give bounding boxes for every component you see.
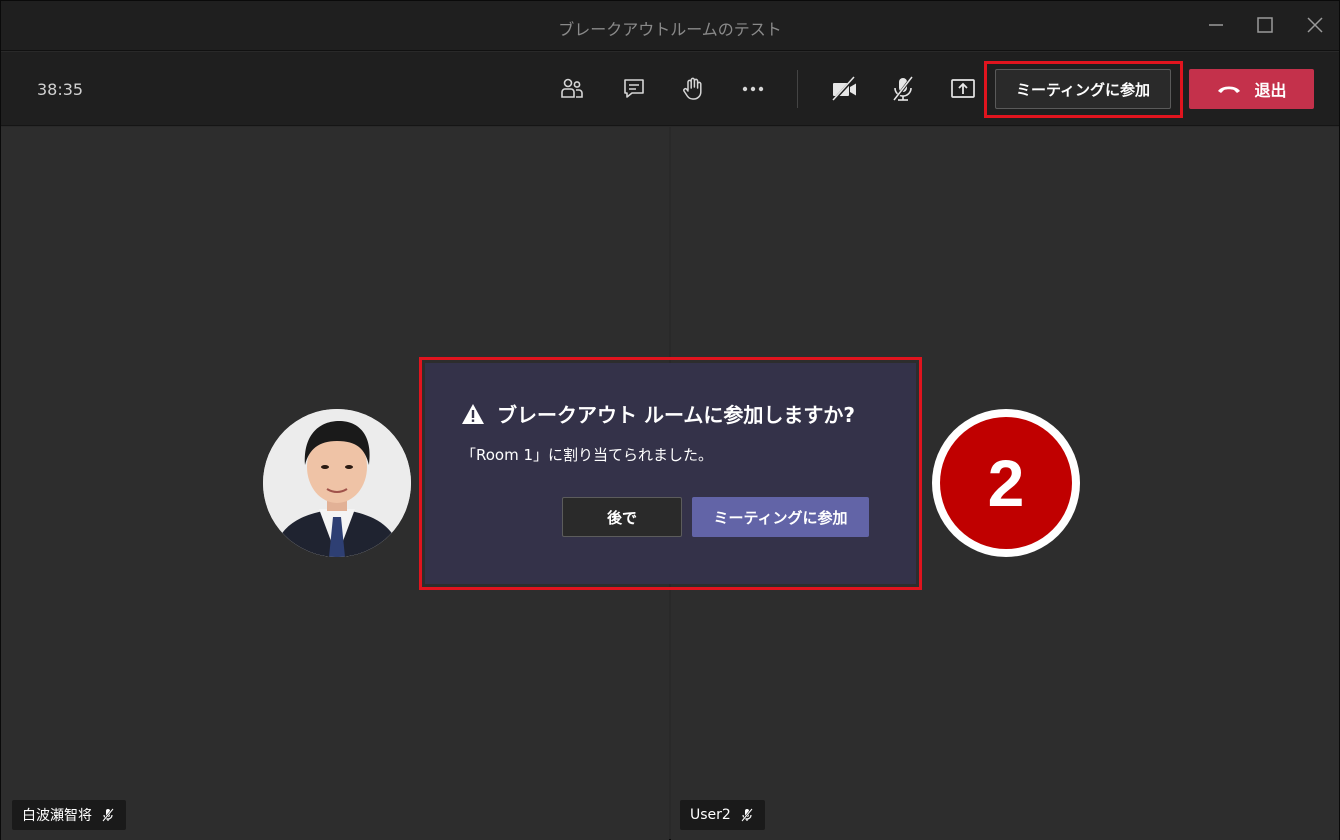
minimize-button[interactable] (1204, 13, 1228, 37)
join-meeting-button[interactable]: ミーティングに参加 (995, 69, 1171, 109)
later-button[interactable]: 後で (562, 497, 682, 537)
mic-off-icon (892, 76, 914, 102)
mic-off-icon (740, 808, 753, 822)
more-options-button[interactable] (738, 74, 768, 104)
maximize-icon (1257, 17, 1273, 33)
chat-icon (624, 79, 644, 98)
dialog-title: ブレークアウト ルームに参加しますか? (461, 399, 855, 428)
title-bar: ブレークアウトルームのテスト (1, 1, 1339, 51)
app-window: ブレークアウトルームのテスト 38:35 ミーティングに参加 退出 2 白波瀬智… (0, 0, 1340, 840)
share-screen-button[interactable] (948, 74, 978, 104)
step-number-badge: 2 (932, 409, 1080, 557)
meeting-timer: 38:35 (37, 80, 84, 99)
toolbar-divider (797, 70, 798, 108)
window-title: ブレークアウトルームのテスト (558, 20, 782, 39)
participants-icon (561, 78, 583, 98)
mic-toggle-button[interactable] (888, 74, 918, 104)
mic-off-icon (102, 808, 114, 822)
breakout-room-dialog: ブレークアウト ルームに参加しますか? 「Room 1」に割り当てられました。 … (425, 363, 916, 584)
dialog-message: 「Room 1」に割り当てられました。 (461, 446, 714, 464)
meeting-toolbar: 38:35 ミーティングに参加 退出 (1, 52, 1339, 126)
camera-off-icon (831, 75, 857, 103)
leave-button[interactable]: 退出 (1189, 69, 1314, 109)
join-breakout-label: ミーティングに参加 (713, 508, 848, 527)
warning-icon (462, 403, 484, 424)
join-breakout-button[interactable]: ミーティングに参加 (692, 497, 869, 537)
close-icon (1307, 17, 1323, 33)
dialog-title-text: ブレークアウト ルームに参加しますか? (497, 403, 855, 427)
close-button[interactable] (1303, 13, 1327, 37)
share-screen-icon (951, 79, 975, 98)
maximize-button[interactable] (1253, 13, 1277, 37)
raise-hand-icon (683, 77, 702, 100)
later-label: 後で (606, 508, 637, 527)
join-meeting-label: ミーティングに参加 (1015, 80, 1151, 99)
leave-label: 退出 (1254, 81, 1287, 100)
camera-toggle-button[interactable] (829, 74, 859, 104)
participant-avatar-photo (263, 409, 411, 557)
participants-button[interactable] (557, 74, 587, 104)
participant-name-tag: 白波瀬智将 (12, 800, 126, 830)
chat-button[interactable] (619, 74, 649, 104)
participant-name-tag: User2 (680, 800, 765, 830)
raise-hand-button[interactable] (678, 74, 708, 104)
participant-name: User2 (690, 807, 731, 823)
hang-up-icon (1218, 86, 1241, 93)
step-number: 2 (940, 417, 1072, 549)
participant-name: 白波瀬智将 (22, 808, 92, 824)
person-photo-icon (263, 409, 411, 557)
more-options-icon (742, 86, 764, 92)
minimize-icon (1209, 24, 1223, 26)
